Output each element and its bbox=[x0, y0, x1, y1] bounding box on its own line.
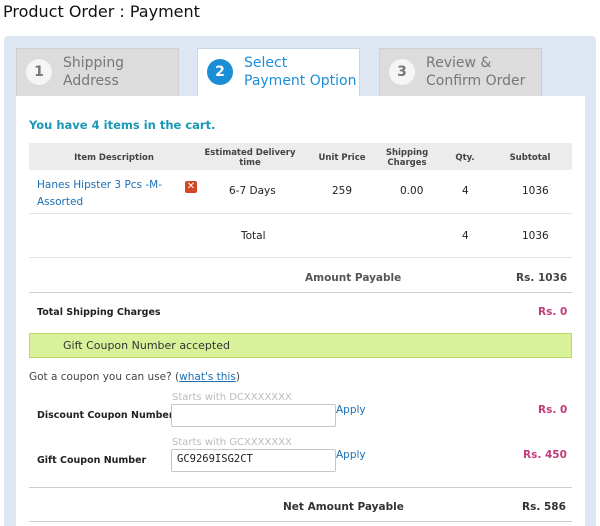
discount-coupon-hint: Starts with DCXXXXXXX bbox=[172, 392, 292, 403]
gift-coupon-hint: Starts with GCXXXXXXX bbox=[172, 437, 292, 448]
col-estimated-delivery: Estimated Delivery time bbox=[204, 148, 296, 168]
total-shipping-value: Rs. 0 bbox=[538, 306, 568, 318]
net-amount-label: Net Amount Payable bbox=[283, 501, 404, 513]
cart-summary-text: You have 4 items in the cart. bbox=[29, 118, 216, 132]
cell-qty: 4 bbox=[462, 185, 469, 197]
tab-select-payment-option[interactable]: 2 Select Payment Option bbox=[197, 48, 360, 98]
step-label: Shipping Address bbox=[63, 55, 125, 89]
step-number: 2 bbox=[207, 59, 233, 85]
step-label: Select Payment Option bbox=[244, 55, 357, 89]
row-divider bbox=[29, 487, 572, 488]
gift-coupon-input[interactable]: GC9269ISG2CT bbox=[171, 449, 336, 472]
step-number: 1 bbox=[26, 59, 52, 85]
cell-delivery: 6-7 Days bbox=[229, 185, 276, 197]
amount-payable-value: Rs. 1036 bbox=[516, 272, 568, 284]
cell-shipping: 0.00 bbox=[400, 185, 424, 197]
whats-this-link[interactable]: what's this bbox=[179, 371, 236, 383]
discount-coupon-input[interactable] bbox=[171, 404, 336, 427]
gift-coupon-label: Gift Coupon Number bbox=[37, 455, 147, 466]
cell-unit-price: 259 bbox=[332, 185, 353, 197]
discount-coupon-label: Discount Coupon Number bbox=[37, 410, 174, 421]
col-qty: Qty. bbox=[455, 153, 475, 163]
remove-item-icon[interactable]: ✕ bbox=[185, 181, 197, 193]
row-divider bbox=[29, 213, 572, 214]
tab-review-confirm-order[interactable]: 3 Review & Confirm Order bbox=[379, 48, 542, 96]
col-shipping-charges: Shipping Charges bbox=[385, 148, 429, 168]
col-item-description: Item Description bbox=[74, 153, 154, 163]
col-unit-price: Unit Price bbox=[318, 153, 366, 163]
row-divider bbox=[29, 257, 572, 258]
col-subtotal: Subtotal bbox=[509, 153, 551, 163]
discount-apply-link[interactable]: Apply bbox=[336, 404, 366, 416]
amount-payable-label: Amount Payable bbox=[305, 272, 402, 284]
cell-subtotal: 1036 bbox=[522, 185, 549, 197]
coupon-prompt: Got a coupon you can use? (what's this) bbox=[29, 371, 240, 383]
row-divider bbox=[29, 521, 572, 522]
total-shipping-label: Total Shipping Charges bbox=[37, 307, 161, 318]
gift-accepted-banner: Gift Coupon Number accepted bbox=[29, 333, 572, 358]
tab-shipping-address[interactable]: 1 Shipping Address bbox=[16, 48, 179, 96]
step-label: Review & Confirm Order bbox=[426, 55, 526, 89]
gift-coupon-value: Rs. 450 bbox=[523, 449, 567, 461]
gift-apply-link[interactable]: Apply bbox=[336, 449, 366, 461]
item-name-link[interactable]: Hanes Hipster 3 Pcs -M- Assorted bbox=[37, 177, 187, 211]
row-divider bbox=[29, 292, 572, 293]
discount-coupon-value: Rs. 0 bbox=[538, 404, 568, 416]
total-qty: 4 bbox=[462, 230, 469, 242]
total-label: Total bbox=[241, 230, 266, 242]
page-title: Product Order : Payment bbox=[3, 2, 200, 21]
net-amount-value: Rs. 586 bbox=[522, 501, 566, 513]
total-subtotal: 1036 bbox=[522, 230, 549, 242]
step-number: 3 bbox=[389, 59, 415, 85]
